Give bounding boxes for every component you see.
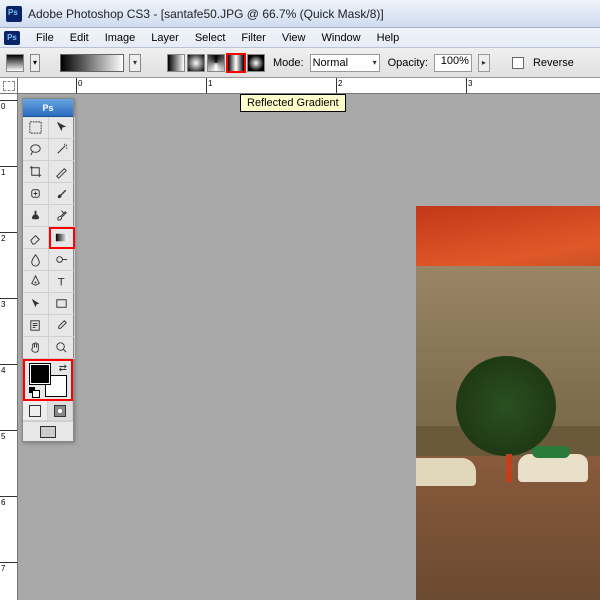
swap-colors-icon[interactable]: ⇄ [59,363,67,374]
color-swatch-section: ⇄ [23,359,73,401]
path-selection-tool[interactable] [23,293,49,315]
clone-stamp-tool[interactable] [23,205,49,227]
radial-gradient-button[interactable] [187,54,205,72]
menu-window[interactable]: Window [314,32,369,44]
diamond-gradient-button[interactable] [247,54,265,72]
blend-mode-select[interactable]: Normal [310,54,380,72]
standard-mode-button[interactable] [23,401,48,421]
move-tool[interactable] [49,117,75,139]
linear-gradient-button[interactable] [167,54,185,72]
angle-gradient-button[interactable] [207,54,225,72]
healing-brush-tool[interactable] [23,183,49,205]
ruler-origin[interactable] [0,78,18,94]
marquee-tool[interactable] [23,117,49,139]
menu-help[interactable]: Help [369,32,408,44]
screen-mode-button[interactable] [23,421,73,441]
gradient-preview[interactable] [60,54,124,72]
quick-mask-mode-button[interactable] [48,401,73,421]
title-bar: Adobe Photoshop CS3 - [santafe50.JPG @ 6… [0,0,600,28]
mode-label: Mode: [273,57,304,69]
menu-view[interactable]: View [274,32,314,44]
notes-tool[interactable] [23,315,49,337]
gradient-type-group [167,54,265,72]
reverse-checkbox[interactable] [512,57,524,69]
reverse-label: Reverse [533,57,574,69]
svg-text:T: T [58,276,65,288]
menu-filter[interactable]: Filter [233,32,273,44]
menu-file[interactable]: File [28,32,62,44]
magic-wand-tool[interactable] [49,139,75,161]
foreground-color-swatch[interactable] [29,363,51,385]
app-icon [6,6,22,22]
ps-logo-icon: Ps [4,31,20,45]
opacity-input[interactable]: 100% [434,54,472,72]
window-title: Adobe Photoshop CS3 - [santafe50.JPG @ 6… [28,7,384,21]
gradient-picker-dropdown[interactable] [129,54,141,72]
shape-tool[interactable] [49,293,75,315]
toolbox-panel: Ps T ⇄ [22,98,74,442]
menu-select[interactable]: Select [187,32,234,44]
zoom-tool[interactable] [49,337,75,359]
default-colors-icon[interactable] [29,387,39,397]
menu-layer[interactable]: Layer [143,32,187,44]
dodge-tool[interactable] [49,249,75,271]
tool-preset-dropdown[interactable]: ▾ [30,54,40,72]
tooltip: Reflected Gradient [240,94,346,112]
lasso-tool[interactable] [23,139,49,161]
crop-tool[interactable] [23,161,49,183]
hand-tool[interactable] [23,337,49,359]
document-image[interactable] [416,206,600,600]
slice-tool[interactable] [49,161,75,183]
vertical-ruler[interactable]: 0 1 2 3 4 5 6 7 [0,94,18,600]
menu-image[interactable]: Image [97,32,144,44]
brush-tool[interactable] [49,183,75,205]
opacity-label: Opacity: [388,57,428,69]
menu-bar: Ps File Edit Image Layer Select Filter V… [0,28,600,48]
options-bar: ▾ Mode: Normal Opacity: 100% Reverse [0,48,600,78]
toolbox-header[interactable]: Ps [23,99,73,117]
blur-tool[interactable] [23,249,49,271]
opacity-flyout[interactable] [478,54,490,72]
gradient-tool[interactable] [49,227,75,249]
horizontal-ruler[interactable]: 0 1 2 3 [18,78,600,94]
menu-edit[interactable]: Edit [62,32,97,44]
eyedropper-tool[interactable] [49,315,75,337]
reflected-gradient-button[interactable] [227,54,245,72]
history-brush-tool[interactable] [49,205,75,227]
eraser-tool[interactable] [23,227,49,249]
tool-preset-picker[interactable] [6,54,24,72]
pen-tool[interactable] [23,271,49,293]
type-tool[interactable]: T [49,271,75,293]
